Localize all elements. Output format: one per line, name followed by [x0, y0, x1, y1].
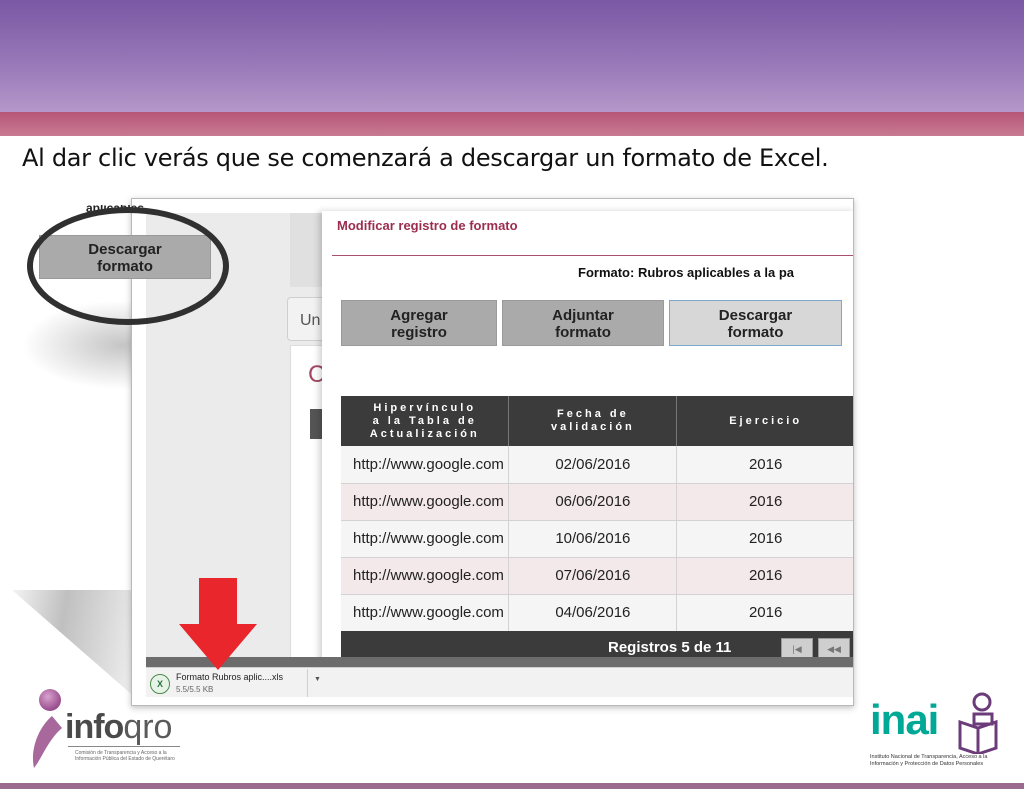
infoqro-subtitle: Comisión de Transparencia y Acceso a la … [75, 750, 175, 762]
header-accent-band [0, 112, 1024, 136]
pager-record-count: Registros 5 de 11 [608, 639, 732, 656]
table-cell-year: 2016 [676, 446, 853, 484]
callout-highlight-ring [27, 207, 229, 325]
header-band [0, 0, 1024, 112]
footer-rule [0, 783, 1024, 789]
table-row[interactable]: http://www.google.com 04/06/2016 2016 [341, 594, 853, 632]
table-row[interactable]: http://www.google.com 02/06/2016 2016 [341, 446, 853, 484]
table-cell-date: 06/06/2016 [508, 483, 678, 521]
column-header-fiscal-year[interactable]: Ejercicio [676, 396, 853, 446]
records-table: Hipervínculo a la Tabla de Actualización… [341, 396, 853, 632]
inai-reader-icon [958, 692, 998, 754]
table-cell-year: 2016 [676, 557, 853, 595]
table-cell-hyperlink[interactable]: http://www.google.com [341, 557, 510, 595]
browser-download-bar: X Formato Rubros aplic....xls 5.5/5.5 KB… [146, 667, 853, 697]
table-cell-hyperlink[interactable]: http://www.google.com [341, 594, 510, 632]
table-cell-hyperlink[interactable]: http://www.google.com [341, 520, 510, 558]
attach-format-button[interactable]: Adjuntar formato [502, 300, 664, 346]
infoqro-logo: infoqro Comisión de Transparencia y Acce… [28, 688, 208, 774]
table-row[interactable]: http://www.google.com 07/06/2016 2016 [341, 557, 853, 595]
column-header-validation-date[interactable]: Fecha de validación [508, 396, 678, 446]
download-menu-icon[interactable]: ▼ [314, 676, 321, 683]
table-cell-date: 07/06/2016 [508, 557, 678, 595]
table-cell-hyperlink[interactable]: http://www.google.com [341, 483, 510, 521]
infoqro-word-info: info [65, 708, 124, 746]
format-label: Formato: Rubros aplicables a la pa [578, 265, 794, 280]
table-row[interactable]: http://www.google.com 10/06/2016 2016 [341, 520, 853, 558]
inai-logo: inai Instituto Nacional de Transparencia… [870, 692, 998, 776]
table-cell-year: 2016 [676, 483, 853, 521]
download-file-name: Formato Rubros aplic....xls [176, 672, 284, 682]
screenshot-shadow [12, 590, 150, 700]
column-header-hyperlink[interactable]: Hipervínculo a la Tabla de Actualización [341, 396, 510, 446]
table-cell-date: 10/06/2016 [508, 520, 678, 558]
table-cell-year: 2016 [676, 520, 853, 558]
edit-format-modal: Modificar registro de formato Formato: R… [322, 211, 853, 663]
inai-subtitle: Instituto Nacional de Transparencia, Acc… [870, 754, 988, 767]
modal-divider [332, 255, 853, 256]
infoqro-word-qro: qro [123, 708, 173, 746]
modal-title: Modificar registro de formato [337, 218, 518, 233]
slide-caption: Al dar clic verás que se comenzará a des… [22, 144, 829, 172]
table-cell-hyperlink[interactable]: http://www.google.com [341, 446, 510, 484]
download-format-button[interactable]: Descargar formato [669, 300, 842, 346]
infoqro-wordmark: infoqro [65, 708, 172, 747]
add-record-button[interactable]: Agregar registro [341, 300, 497, 346]
background-strip [290, 213, 324, 287]
table-cell-date: 02/06/2016 [508, 446, 678, 484]
inai-wordmark: inai [870, 696, 939, 743]
infoqro-rule [68, 746, 180, 747]
table-header-row: Hipervínculo a la Tabla de Actualización… [341, 396, 853, 446]
down-arrow-icon [179, 578, 257, 670]
table-cell-date: 04/06/2016 [508, 594, 678, 632]
table-cell-year: 2016 [676, 594, 853, 632]
table-row[interactable]: http://www.google.com 06/06/2016 2016 [341, 483, 853, 521]
